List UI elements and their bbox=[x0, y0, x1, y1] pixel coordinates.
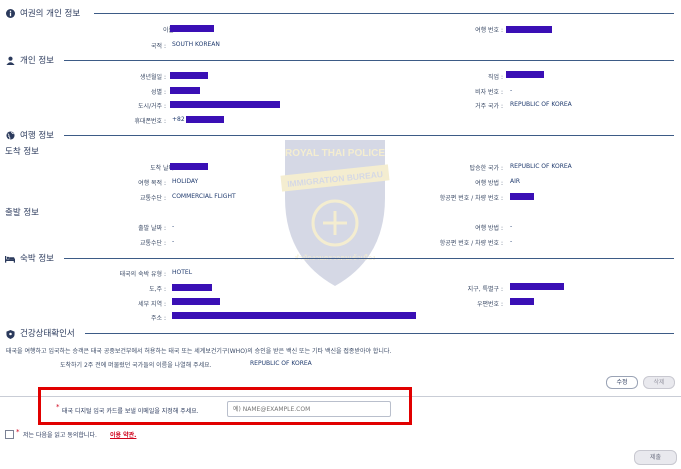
boarding-country-value: REPUBLIC OF KOREA bbox=[510, 163, 572, 170]
stay-type-label: 태국의 숙박 유형 : bbox=[119, 271, 166, 278]
section-title-stay: 숙박 정보 bbox=[20, 254, 54, 264]
section-divider bbox=[64, 258, 674, 259]
city-label: 도시/거주 : bbox=[137, 103, 166, 110]
travel-mode-value: AIR bbox=[510, 178, 521, 185]
gender-label: 성별 : bbox=[151, 89, 166, 96]
section-title-personal: 개인 정보 bbox=[20, 56, 54, 66]
dep-travel-mode-value: - bbox=[510, 223, 513, 230]
email-required-mark: * bbox=[56, 403, 60, 411]
flight-no-label: 항공편 번호 / 차량 번호 : bbox=[439, 195, 503, 202]
bed-icon bbox=[5, 256, 15, 263]
departure-date-value: - bbox=[172, 223, 175, 230]
delete-button[interactable]: 삭제 bbox=[643, 376, 675, 389]
visa-no-value: - bbox=[510, 87, 513, 94]
consent-required-mark: * bbox=[16, 428, 20, 436]
email-input[interactable] bbox=[227, 401, 391, 417]
subdistrict-redacted bbox=[172, 298, 220, 305]
departure-info-title: 출발 정보 bbox=[5, 208, 39, 218]
dep-transport-label: 교통수단 : bbox=[139, 240, 166, 247]
phone-prefix: +82 bbox=[172, 116, 185, 123]
purpose-label: 여행 목적 : bbox=[138, 180, 166, 187]
departure-date-label: 출발 날짜 : bbox=[138, 225, 166, 232]
travel-mode-label: 여행 방법 : bbox=[475, 180, 503, 187]
consent-checkbox[interactable] bbox=[5, 430, 14, 439]
residence-country-label: 거주 국가 : bbox=[475, 103, 503, 110]
terms-link[interactable]: 이용 약관. bbox=[110, 430, 136, 439]
purpose-value: HOLIDAY bbox=[172, 178, 199, 185]
section-title-travel: 여행 정보 bbox=[20, 131, 54, 141]
city-redacted bbox=[170, 101, 280, 108]
email-request-label: 태국 디지털 입국 카드를 보낼 이메일을 지정해 주세요. bbox=[62, 408, 199, 415]
district-label: 지구, 특별구 : bbox=[467, 286, 503, 293]
transport-label: 교통수단 : bbox=[139, 195, 166, 202]
address-label: 주소 : bbox=[151, 315, 166, 322]
address-redacted bbox=[172, 312, 416, 319]
section-title-health: 건강상태확인서 bbox=[20, 329, 75, 339]
dob-label: 생년월일 : bbox=[139, 74, 166, 81]
phone-redacted bbox=[186, 116, 224, 123]
postcode-label: 우편번호 : bbox=[476, 301, 503, 308]
occupation-label: 직업 : bbox=[488, 74, 503, 81]
visited-countries-label: 도착하기 2주 전에 머물렀던 국가들의 이름을 나열해 주세요. bbox=[60, 362, 212, 369]
user-icon bbox=[6, 56, 15, 65]
phone-label: 휴대폰번호 : bbox=[134, 118, 166, 125]
district-redacted bbox=[510, 283, 564, 290]
residence-country-value: REPUBLIC OF KOREA bbox=[510, 101, 572, 108]
shield-icon bbox=[6, 330, 15, 339]
vaccine-requirement-text: 태국을 여행하고 입국하는 승객은 태국 공중보건부에서 허용하는 태국 또는 … bbox=[6, 348, 392, 355]
info-icon bbox=[6, 9, 15, 18]
nationality-label: 국적 : bbox=[151, 43, 166, 50]
dep-travel-mode-label: 여행 방법 : bbox=[475, 225, 503, 232]
postcode-redacted bbox=[510, 298, 534, 305]
immigration-bureau-watermark: ROYAL THAI POLICE IMMIGRATION BUREAU สำน… bbox=[280, 140, 390, 286]
province-label: 도,주 : bbox=[149, 286, 166, 293]
section-divider bbox=[94, 13, 674, 14]
arrival-info-title: 도착 정보 bbox=[5, 147, 39, 157]
dep-transport-value: - bbox=[172, 238, 175, 245]
occupation-redacted bbox=[506, 71, 544, 78]
dob-redacted bbox=[170, 72, 208, 79]
section-divider bbox=[64, 60, 674, 61]
globe-icon bbox=[6, 131, 15, 140]
section-title-passport: 여권의 개인 정보 bbox=[20, 9, 81, 19]
nationality-value: SOUTH KOREAN bbox=[172, 41, 220, 48]
visa-no-label: 비자 번호 : bbox=[475, 89, 503, 96]
consent-text: 저는 다음을 읽고 동의합니다. bbox=[23, 432, 97, 439]
visited-countries-value: REPUBLIC OF KOREA bbox=[250, 360, 312, 367]
province-redacted bbox=[172, 284, 212, 291]
passport-no-redacted bbox=[506, 26, 552, 33]
name-redacted bbox=[170, 25, 214, 32]
dep-flight-no-value: - bbox=[510, 238, 513, 245]
watermark-top-text: ROYAL THAI POLICE bbox=[285, 148, 385, 159]
section-divider bbox=[64, 135, 674, 136]
passport-no-label: 여행 번호 : bbox=[475, 27, 503, 34]
gender-redacted bbox=[170, 87, 200, 94]
transport-value: COMMERCIAL FLIGHT bbox=[172, 193, 236, 200]
submit-button[interactable]: 제출 bbox=[634, 450, 677, 465]
dep-flight-no-label: 항공편 번호 / 차량 번호 : bbox=[439, 240, 503, 247]
boarding-country-label: 탑승한 국가 : bbox=[469, 165, 503, 172]
flight-no-redacted bbox=[510, 193, 534, 200]
edit-button[interactable]: 수정 bbox=[606, 376, 638, 389]
section-divider bbox=[85, 333, 674, 334]
arrival-date-redacted bbox=[170, 163, 208, 170]
stay-type-value: HOTEL bbox=[172, 269, 193, 276]
subdistrict-label: 세부 지역 : bbox=[138, 301, 166, 308]
